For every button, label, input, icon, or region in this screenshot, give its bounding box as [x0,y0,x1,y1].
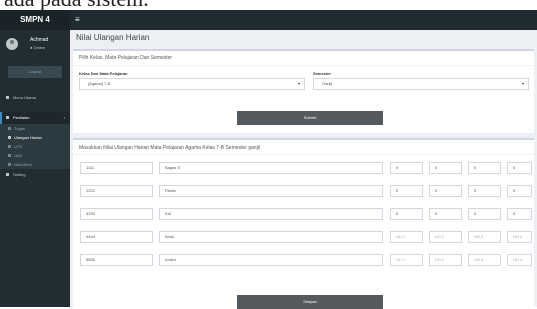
page-title: Nilai Ulangan Harian [76,33,150,42]
class-select-value: [Agama] 7-B [88,81,111,86]
score-uh3-input[interactable]: 0 [468,162,501,174]
grades-panel: Masukkan Nilai Ulangan Harian Mata Pelaj… [73,138,534,309]
sidebar-item-label: UAS [14,153,23,158]
sidebar-item-label: Setting [13,172,26,177]
circle-icon [8,163,11,167]
grades-panel-title: Masukkan Nilai Ulangan Harian Mata Pelaj… [79,145,260,151]
sidebar-item-penilaian[interactable]: Penilaian ‹ [0,112,70,124]
sidebar-item-uas[interactable]: UAS [0,151,70,160]
home-icon [6,96,9,100]
chevron-left-icon: ‹ [63,115,65,120]
sidebar-item-menu-utama[interactable]: Menu Utama [0,92,70,104]
sidebar-item-label: Penilaian [13,115,30,120]
sidebar-item-tugas[interactable]: Tugas [0,124,70,133]
score-uh2-input[interactable]: 0 [429,185,462,197]
top-navbar: SMPN 4 Bangkalan ≡ [0,10,537,44]
circle-icon [8,136,11,140]
user-status: ● Online [30,45,46,50]
filter-panel-title: Pilih Kelas, Mata Pelajaran Dan Semester [79,55,173,61]
sidebar-item-label: UTS [14,144,22,149]
score-uh4-input[interactable]: 0 [507,185,532,197]
user-panel: Achmad ● Online [4,36,66,58]
score-uh1-input[interactable]: 0 [390,162,423,174]
table-row: 2222 Fildan 0 0 0 0 [73,185,534,197]
nis-field[interactable]: 4444 [80,231,153,243]
submit-button[interactable]: Submit [237,111,383,125]
class-select[interactable]: [Agama] 7-B ▾ [79,78,305,90]
score-uh4-input[interactable]: 0 [507,208,532,220]
caption-text: ada pada sistem. [4,0,149,10]
app-window: SMPN 4 Bangkalan ≡ Achmad ● Online Logou… [0,10,537,309]
table-row: 4444 Wulu UH 1 UH 2 UH 3 UH 4 [73,231,534,243]
sidebar-item-nilai-akhir[interactable]: Nilai Akhir [0,160,70,169]
logout-button[interactable]: Logout [8,66,62,78]
book-icon [6,116,9,120]
score-uh3-input[interactable]: 0 [468,208,501,220]
sidebar-item-label: Tugas [14,126,25,131]
score-uh3-input[interactable]: UH 3 [468,254,501,266]
nis-field[interactable]: 3333 [80,208,153,220]
student-name-field[interactable]: Andra [159,254,383,266]
document-caption: ada pada sistem. [0,0,537,10]
score-uh2-input[interactable]: 0 [429,162,462,174]
sidebar-item-label: Menu Utama [13,95,36,100]
score-uh2-input[interactable]: UH 2 [429,231,462,243]
nis-field[interactable]: 1111 [80,162,153,174]
class-label: Kelas Dan Mata Pelajaran [79,71,128,76]
sidebar-item-ulangan-harian[interactable]: Ulangan Harian [0,133,70,142]
nis-field[interactable]: 2222 [80,185,153,197]
user-name: Achmad [30,37,49,43]
score-uh3-input[interactable]: UH 3 [468,231,501,243]
score-uh1-input[interactable]: UH 1 [390,254,423,266]
avatar [6,38,18,50]
score-uh1-input[interactable]: 0 [390,208,423,220]
score-uh4-input[interactable]: UH 4 [507,231,532,243]
table-row: 3333 Edi 0 0 0 0 [73,208,534,220]
score-uh2-input[interactable]: UH 2 [429,254,462,266]
student-name-field[interactable]: Wulu [159,231,383,243]
student-name-field[interactable]: Bagas S [159,162,383,174]
nis-field[interactable]: 5555 [80,254,153,266]
score-uh2-input[interactable]: 0 [429,208,462,220]
semester-label: Semester [313,71,332,76]
score-uh1-input[interactable]: 0 [390,185,423,197]
score-uh4-input[interactable]: UH 4 [507,254,532,266]
student-name-field[interactable]: Fildan [159,185,383,197]
score-uh4-input[interactable]: 0 [507,162,532,174]
circle-icon [8,145,11,149]
sidebar-item-uts[interactable]: UTS [0,142,70,151]
chevron-down-icon: ▾ [521,81,524,86]
hamburger-icon[interactable]: ≡ [75,10,80,30]
filter-panel: Pilih Kelas, Mata Pelajaran Dan Semester… [73,49,534,133]
sidebar-item-setting[interactable]: Setting [0,169,70,181]
score-uh1-input[interactable]: UH 1 [390,231,423,243]
circle-icon [8,154,11,158]
sidebar-submenu: Tugas Ulangan Harian UTS UAS Nilai Akhir [0,124,70,169]
sidebar-item-label: Nilai Akhir [14,162,32,167]
semester-select-value: Ganjil [322,81,333,86]
chevron-down-icon: ▾ [297,81,300,86]
score-uh3-input[interactable]: 0 [468,185,501,197]
main-content: Nilai Ulangan Harian Pilih Kelas, Mata P… [70,30,537,309]
table-row: 1111 Bagas S 0 0 0 0 [73,162,534,174]
divider [73,154,534,155]
table-row: 5555 Andra UH 1 UH 2 UH 3 UH 4 [73,254,534,266]
gear-icon [6,173,9,177]
sidebar-nav: Menu Utama Penilaian ‹ Tugas Ulangan Har… [0,92,70,181]
semester-select[interactable]: Ganjil ▾ [313,78,529,90]
circle-icon [8,127,11,131]
sidebar-item-label: Ulangan Harian [14,135,42,140]
sidebar: Achmad ● Online Logout Menu Utama Penila… [0,30,70,307]
brand-logo[interactable]: SMPN 4 Bangkalan [0,10,70,44]
divider [73,65,534,66]
student-name-field[interactable]: Edi [159,208,383,220]
